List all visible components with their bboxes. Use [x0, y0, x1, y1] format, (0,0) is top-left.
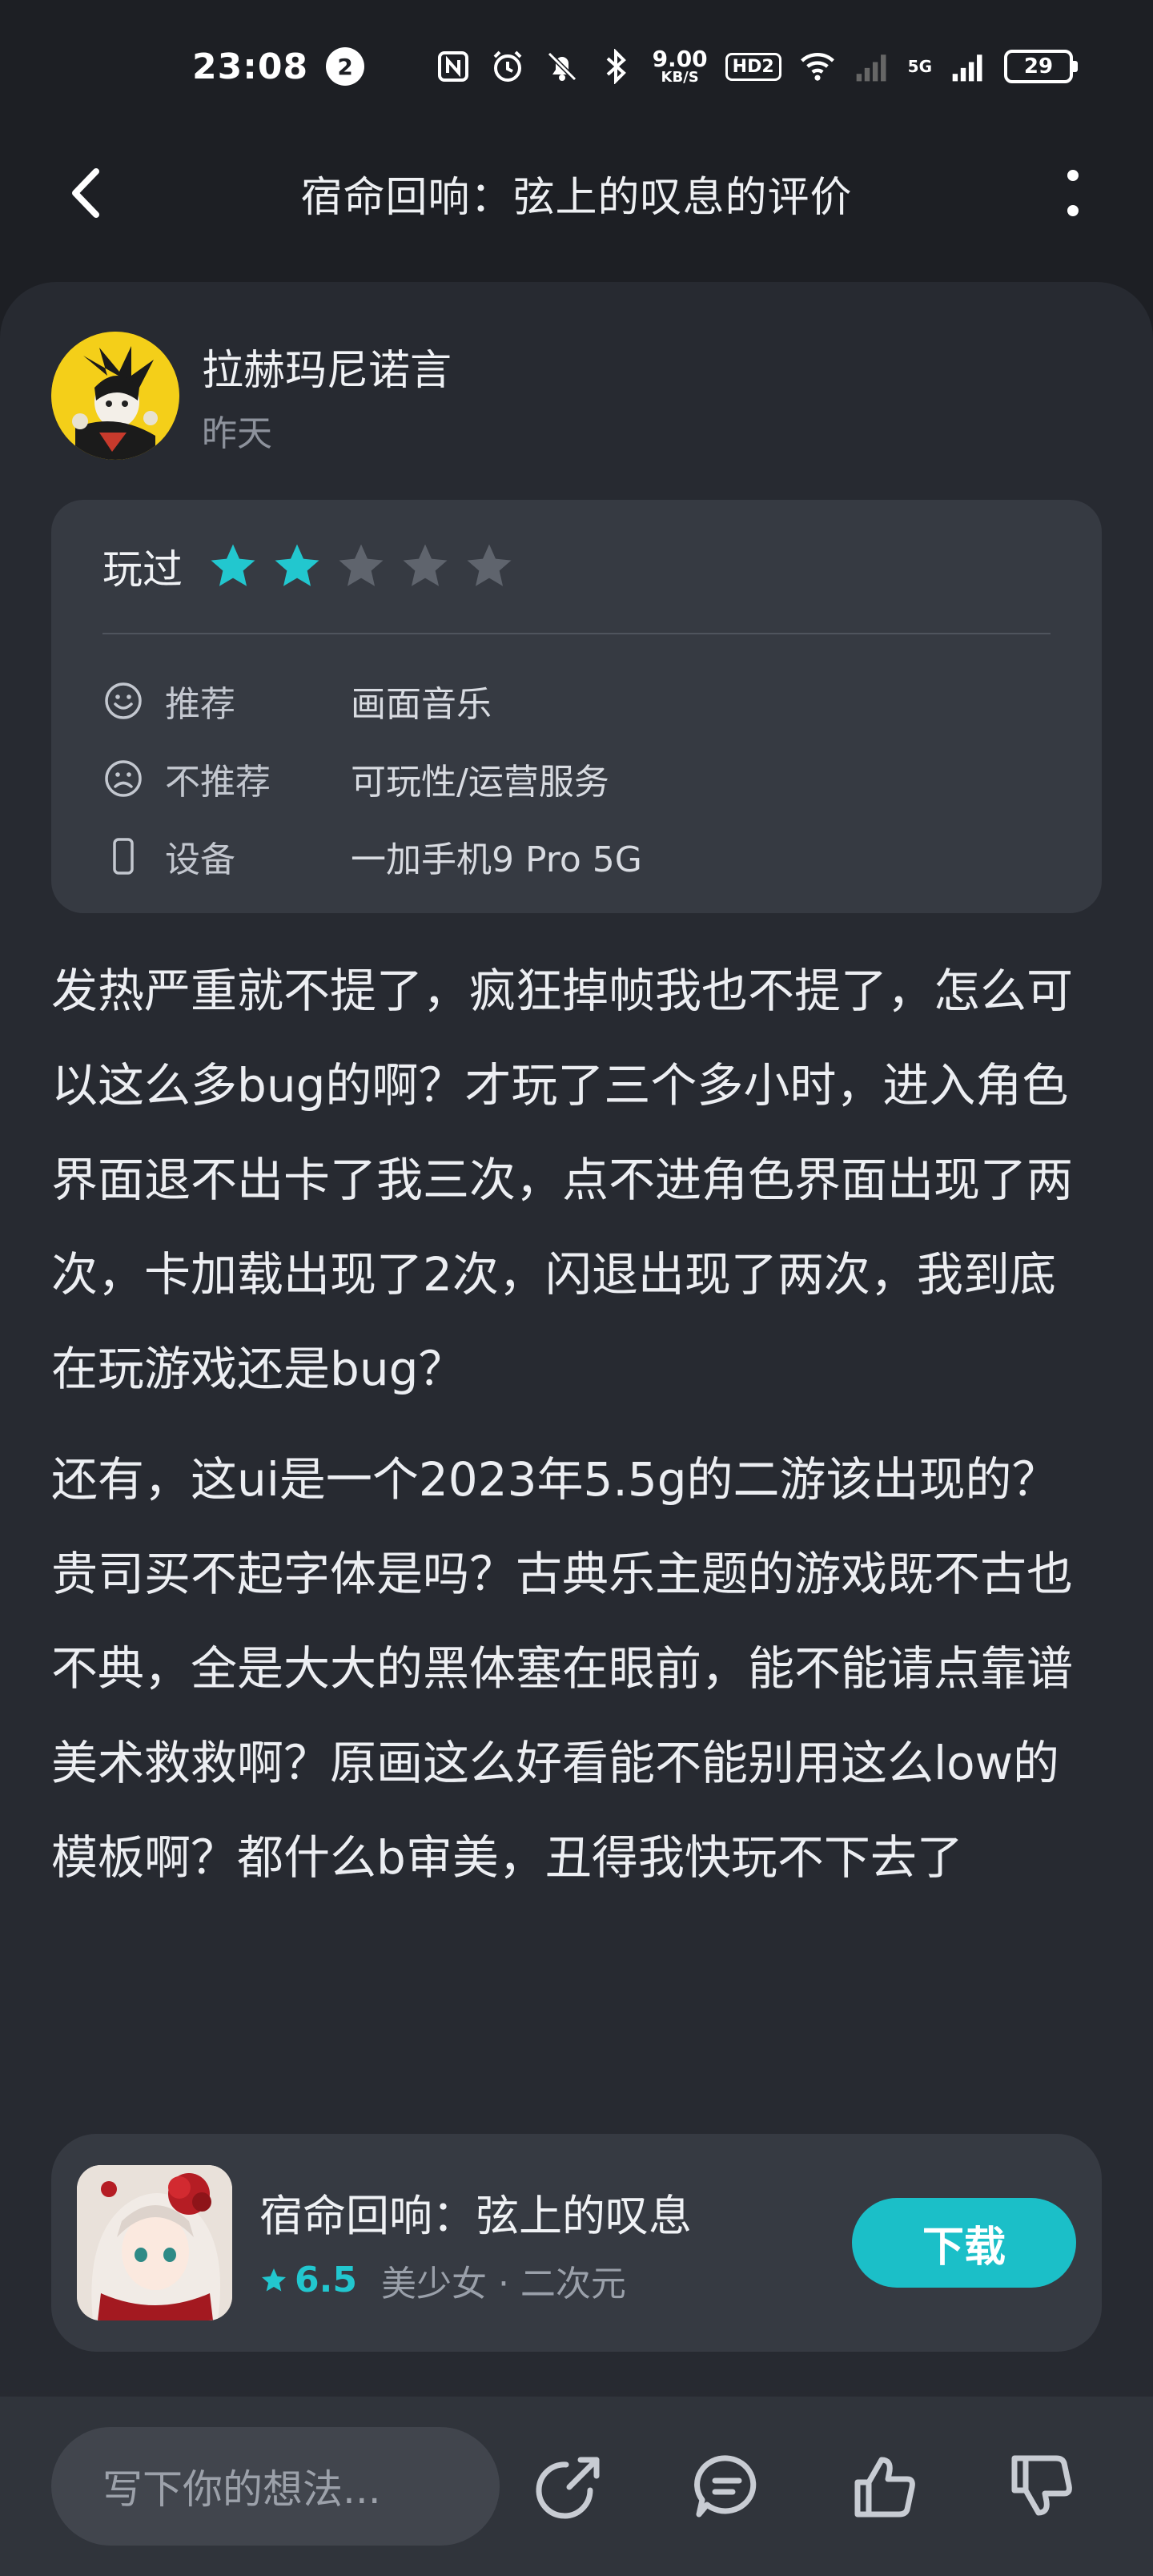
signal-2-icon: [950, 48, 986, 85]
share-icon: [536, 2457, 600, 2519]
game-card[interactable]: 宿命回响：弦上的叹息 6.5 美少女 · 二次元 下载: [51, 2134, 1102, 2352]
back-button[interactable]: [56, 161, 120, 225]
star-icon: [211, 544, 255, 586]
played-rating-row: 玩过: [102, 500, 1051, 634]
notification-badge: 2: [326, 47, 365, 86]
status-bar: 23:08 2 9.00 KB/S HD2 5G 29: [0, 0, 1153, 133]
more-vertical-icon: [1067, 170, 1079, 216]
avatar-illustration-icon: [51, 332, 179, 460]
mute-icon: [544, 48, 581, 85]
page-title: 宿命回响：弦上的叹息的评价: [300, 173, 853, 222]
signal-1-icon: [854, 48, 890, 85]
not-recommend-value: 可玩性/运营服务: [351, 761, 609, 803]
star-icon: [339, 544, 384, 586]
not-recommend-label: 不推荐: [165, 761, 271, 803]
star-rating: [207, 540, 516, 593]
download-button[interactable]: 下载: [852, 2198, 1076, 2288]
played-label: 玩过: [102, 546, 183, 593]
game-meta: 6.5 美少女 · 二次元: [259, 2255, 692, 2306]
game-character-icon: [77, 2165, 232, 2320]
thumbs-up-icon: [854, 2457, 915, 2518]
comment-button[interactable]: [685, 2445, 769, 2528]
device-label: 设备: [165, 839, 235, 880]
net-speed: 9.00 KB/S: [652, 46, 708, 86]
review-time: 昨天: [202, 413, 272, 454]
network-type: 5G: [907, 57, 932, 76]
like-button[interactable]: [842, 2445, 926, 2528]
star-icon: [403, 544, 448, 586]
review-body: 发热严重就不提了，疯狂掉帧我也不提了，怎么可以这么多bug的啊？才玩了三个多小时…: [51, 944, 1102, 1921]
thumbs-down-icon: [1011, 2455, 1072, 2516]
device-value: 一加手机9 Pro 5G: [351, 839, 642, 880]
phone-icon: [113, 837, 134, 875]
not-recommend-row: 不推荐 可玩性/运营服务: [102, 739, 1051, 817]
review-card: 拉赫玛尼诺言 昨天 玩过 推荐 画面音乐 不推荐 可玩性/运营服务 设备 一加手…: [0, 282, 1153, 2397]
star-icon: [262, 2268, 286, 2291]
review-info-box: 玩过 推荐 画面音乐 不推荐 可玩性/运营服务 设备 一加手机9 Pro 5G: [51, 500, 1102, 913]
smile-face-icon: [105, 682, 142, 719]
review-author[interactable]: 拉赫玛尼诺言 昨天: [51, 332, 452, 460]
nfc-icon: [435, 48, 472, 85]
alarm-icon: [489, 48, 526, 85]
hd-voice-icon: HD2: [725, 52, 781, 81]
game-icon[interactable]: [77, 2165, 232, 2320]
device-row: 设备 一加手机9 Pro 5G: [102, 817, 1051, 895]
review-paragraph: 发热严重就不提了，疯狂掉帧我也不提了，怎么可以这么多bug的啊？才玩了三个多小时…: [51, 964, 1074, 1396]
game-title[interactable]: 宿命回响：弦上的叹息: [259, 2180, 692, 2244]
bottom-action-bar: 写下你的想法...: [0, 2397, 1153, 2576]
comment-icon: [694, 2455, 757, 2518]
recommend-value: 画面音乐: [351, 683, 492, 725]
battery-indicator: 29: [1004, 50, 1078, 83]
recommend-label: 推荐: [165, 683, 235, 725]
recommend-row: 推荐 画面音乐: [102, 662, 1051, 739]
back-arrow-icon: [72, 168, 99, 218]
game-tags: 美少女 · 二次元: [380, 2263, 626, 2304]
star-icon: [467, 544, 512, 586]
author-name[interactable]: 拉赫玛尼诺言: [202, 336, 452, 396]
dislike-button[interactable]: [999, 2445, 1083, 2528]
bluetooth-icon: [598, 48, 635, 85]
avatar[interactable]: [51, 332, 179, 460]
comment-input[interactable]: 写下你的想法...: [51, 2427, 500, 2546]
game-score: 6.5: [295, 2260, 357, 2300]
wifi-icon: [799, 48, 836, 85]
status-time: 23:08: [192, 46, 309, 87]
sad-face-icon: [105, 759, 142, 797]
more-options-button[interactable]: [1041, 161, 1105, 225]
star-icon: [275, 544, 319, 586]
top-app-bar: 宿命回响：弦上的叹息的评价: [0, 133, 1153, 253]
share-button[interactable]: [528, 2445, 612, 2528]
review-paragraph: 还有，这ui是一个2023年5.5g的二游该出现的？贵司买不起字体是吗？古典乐主…: [51, 1452, 1074, 1885]
